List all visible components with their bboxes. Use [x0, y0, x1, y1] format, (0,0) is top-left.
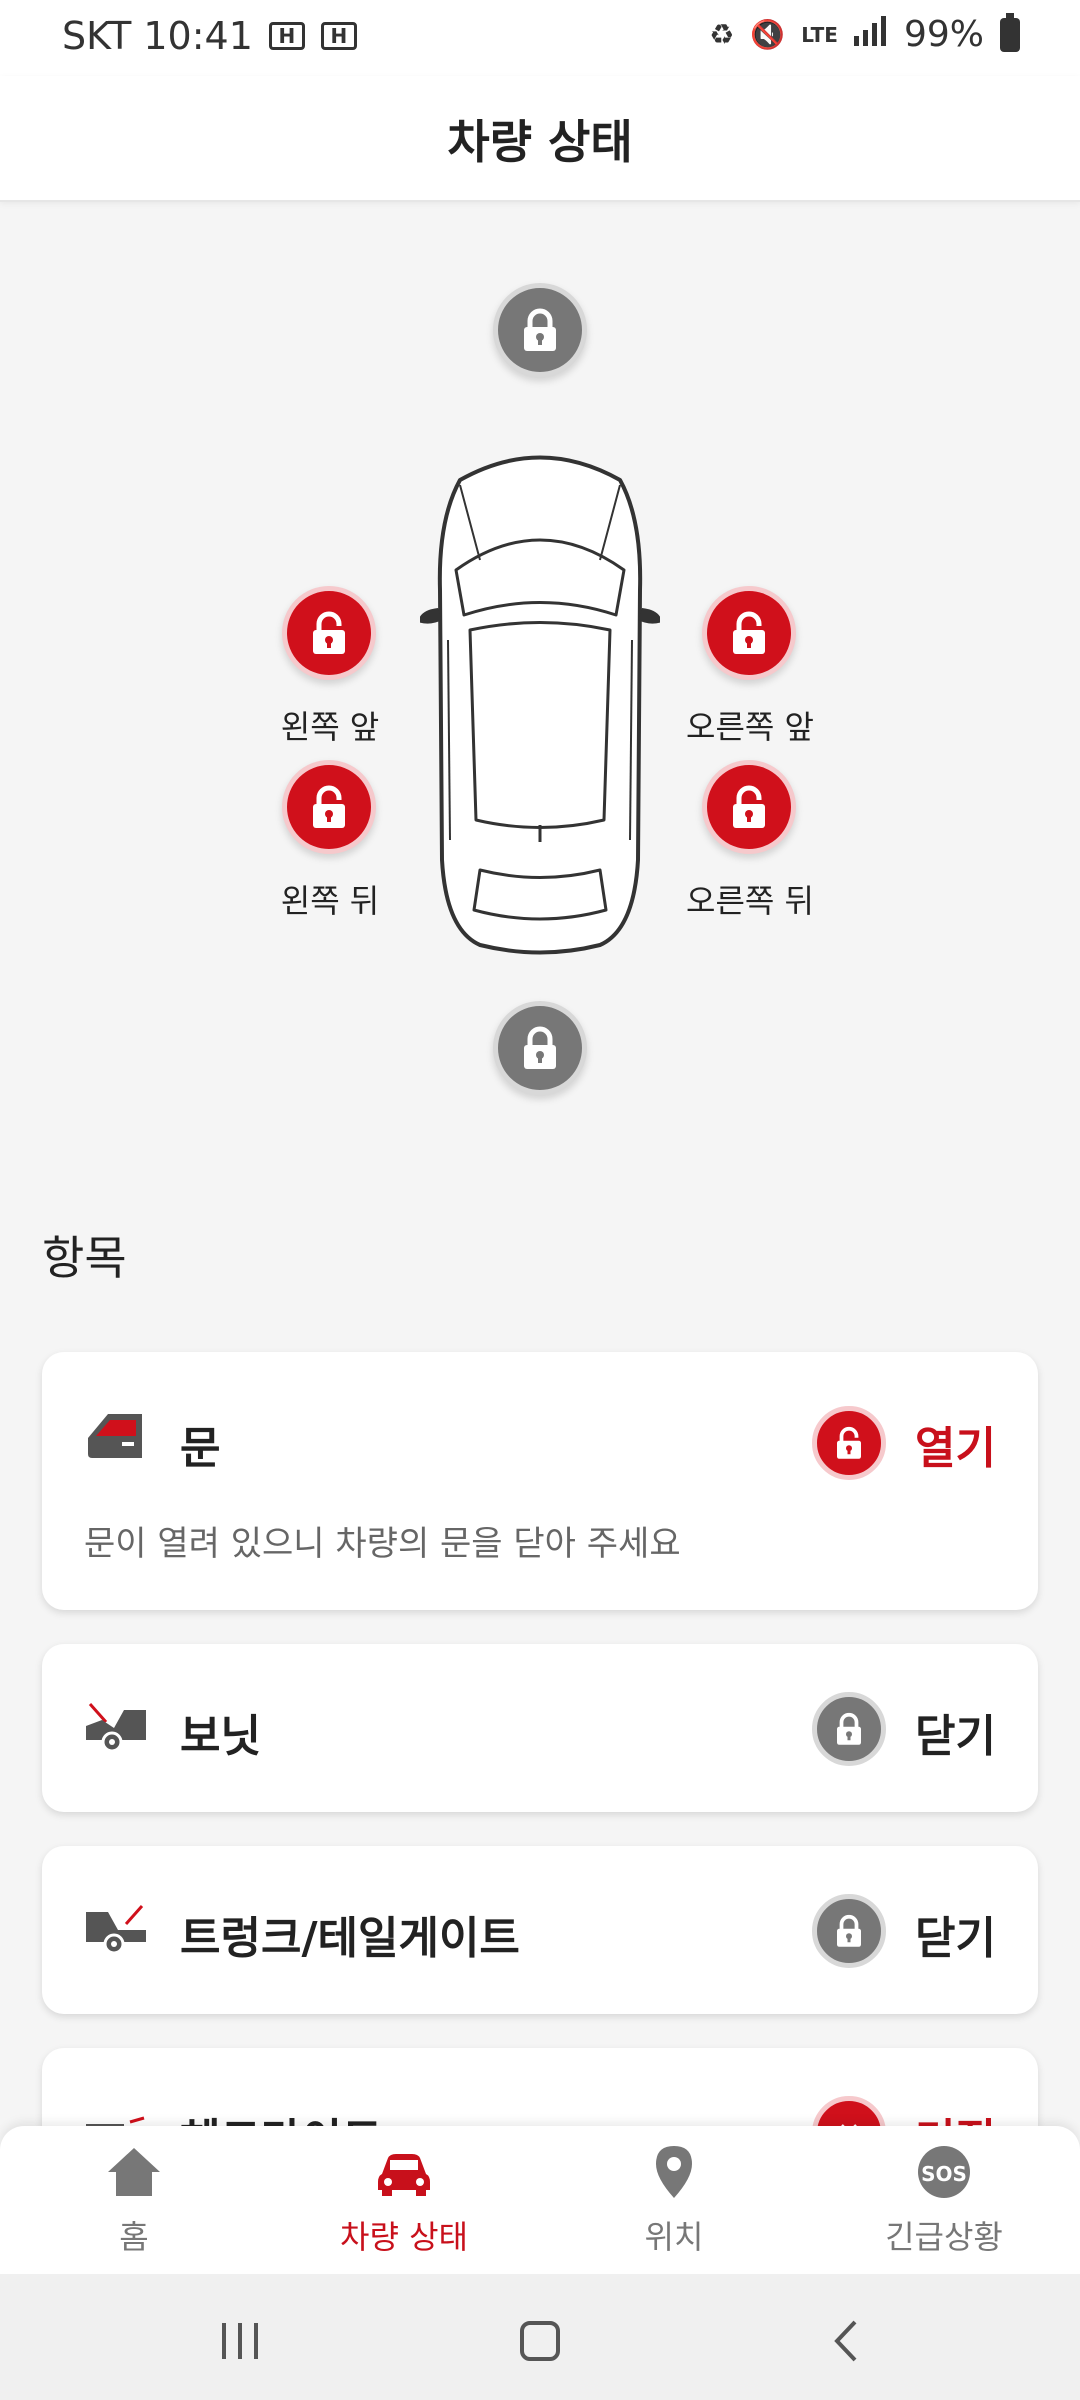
trunk-lock-status-icon — [812, 1894, 886, 1968]
trunk-lock-indicator — [493, 1001, 587, 1095]
rear-left-label: 왼쪽 뒤 — [280, 882, 380, 920]
status-right: ♻ 🔇 LTE 99% — [709, 12, 1020, 55]
honda-notification-icon: H — [268, 22, 305, 50]
lock-open-icon — [733, 785, 765, 828]
back-button[interactable] — [816, 2316, 876, 2366]
nav-emergency[interactable]: SOS 긴급상황 — [824, 2144, 1064, 2258]
honda-notification-icon: H — [320, 22, 357, 50]
hood-title: 보닛 — [180, 1711, 261, 1762]
lock-open-icon — [733, 611, 765, 654]
trunk-title: 트렁크/테일게이트 — [180, 1913, 520, 1964]
car-icon — [378, 2154, 430, 2196]
home-icon — [108, 2148, 160, 2196]
car-top-view-image — [420, 455, 660, 955]
network-type: LTE — [801, 22, 838, 47]
door-title: 문 — [180, 1423, 221, 1474]
hood-lock-indicator — [493, 283, 587, 377]
trunk-status: 닫기 — [915, 1913, 996, 1964]
system-navigation-bar — [0, 2274, 1080, 2400]
rear-right-door-lock — [702, 760, 796, 854]
lock-open-icon — [313, 611, 345, 654]
bottom-navigation: 홈 차량 상태 위치 SOS 긴급상황 — [0, 2126, 1080, 2274]
battery-icon — [1000, 12, 1020, 52]
status-left: SKT 10:41 H H — [62, 14, 357, 58]
front-left-door-lock — [282, 586, 376, 680]
signal-icon — [853, 14, 888, 55]
front-right-label: 오른쪽 앞 — [686, 708, 814, 746]
back-chevron-icon — [834, 2320, 857, 2362]
hood-lock-status-icon — [812, 1692, 886, 1766]
app-header: 차량 상태 — [0, 76, 1080, 202]
carrier-time: SKT 10:41 — [62, 14, 253, 58]
page-title: 차량 상태 — [447, 115, 633, 169]
car-door-icon — [88, 1414, 142, 1458]
svg-text:SOS: SOS — [921, 2162, 967, 2186]
lock-open-icon — [313, 785, 345, 828]
status-bar: SKT 10:41 H H ♻ 🔇 LTE 99% — [0, 0, 1080, 76]
home-button[interactable] — [510, 2316, 570, 2366]
rear-left-door-lock — [282, 760, 376, 854]
nav-home[interactable]: 홈 — [14, 2144, 254, 2258]
nav-vehicle-status[interactable]: 차량 상태 — [284, 2144, 524, 2258]
hood-status: 닫기 — [915, 1711, 996, 1762]
door-status: 열기 — [915, 1423, 996, 1474]
rear-right-label: 오른쪽 뒤 — [686, 882, 814, 920]
hood-status-card[interactable]: 보닛 닫기 — [42, 1644, 1038, 1812]
nav-home-label: 홈 — [119, 2218, 149, 2256]
lock-open-icon — [837, 1426, 861, 1459]
battery-percent: 99% — [903, 14, 984, 55]
home-square-icon — [520, 2321, 560, 2361]
nav-vehicle-status-label: 차량 상태 — [340, 2218, 468, 2256]
lock-closed-icon — [837, 1914, 861, 1947]
recent-apps-button[interactable] — [210, 2316, 270, 2366]
recycle-icon: ♻ — [709, 18, 735, 51]
door-lock-indicator — [812, 1406, 886, 1480]
door-status-card[interactable]: 문 열기 문이 열려 있으니 차량의 문을 닫아 주세요 — [42, 1352, 1038, 1610]
items-section-title: 항목 — [42, 1231, 127, 1285]
mute-icon: 🔇 — [750, 18, 786, 51]
door-description: 문이 열려 있으니 차량의 문을 닫아 주세요 — [84, 1524, 681, 1564]
sos-icon: SOS — [918, 2146, 970, 2198]
lock-closed-icon — [524, 1026, 556, 1069]
car-trunk-icon — [86, 1905, 146, 1954]
lock-closed-icon — [524, 308, 556, 351]
nav-emergency-label: 긴급상황 — [885, 2218, 1003, 2256]
recent-apps-icon — [222, 2323, 258, 2359]
location-pin-icon — [656, 2146, 692, 2198]
lock-closed-icon — [837, 1712, 861, 1745]
front-left-label: 왼쪽 앞 — [280, 708, 380, 746]
front-right-door-lock — [702, 586, 796, 680]
nav-location[interactable]: 위치 — [554, 2144, 794, 2258]
car-hood-icon — [86, 1703, 146, 1752]
nav-location-label: 위치 — [644, 2218, 704, 2256]
trunk-status-card[interactable]: 트렁크/테일게이트 닫기 — [42, 1846, 1038, 2014]
